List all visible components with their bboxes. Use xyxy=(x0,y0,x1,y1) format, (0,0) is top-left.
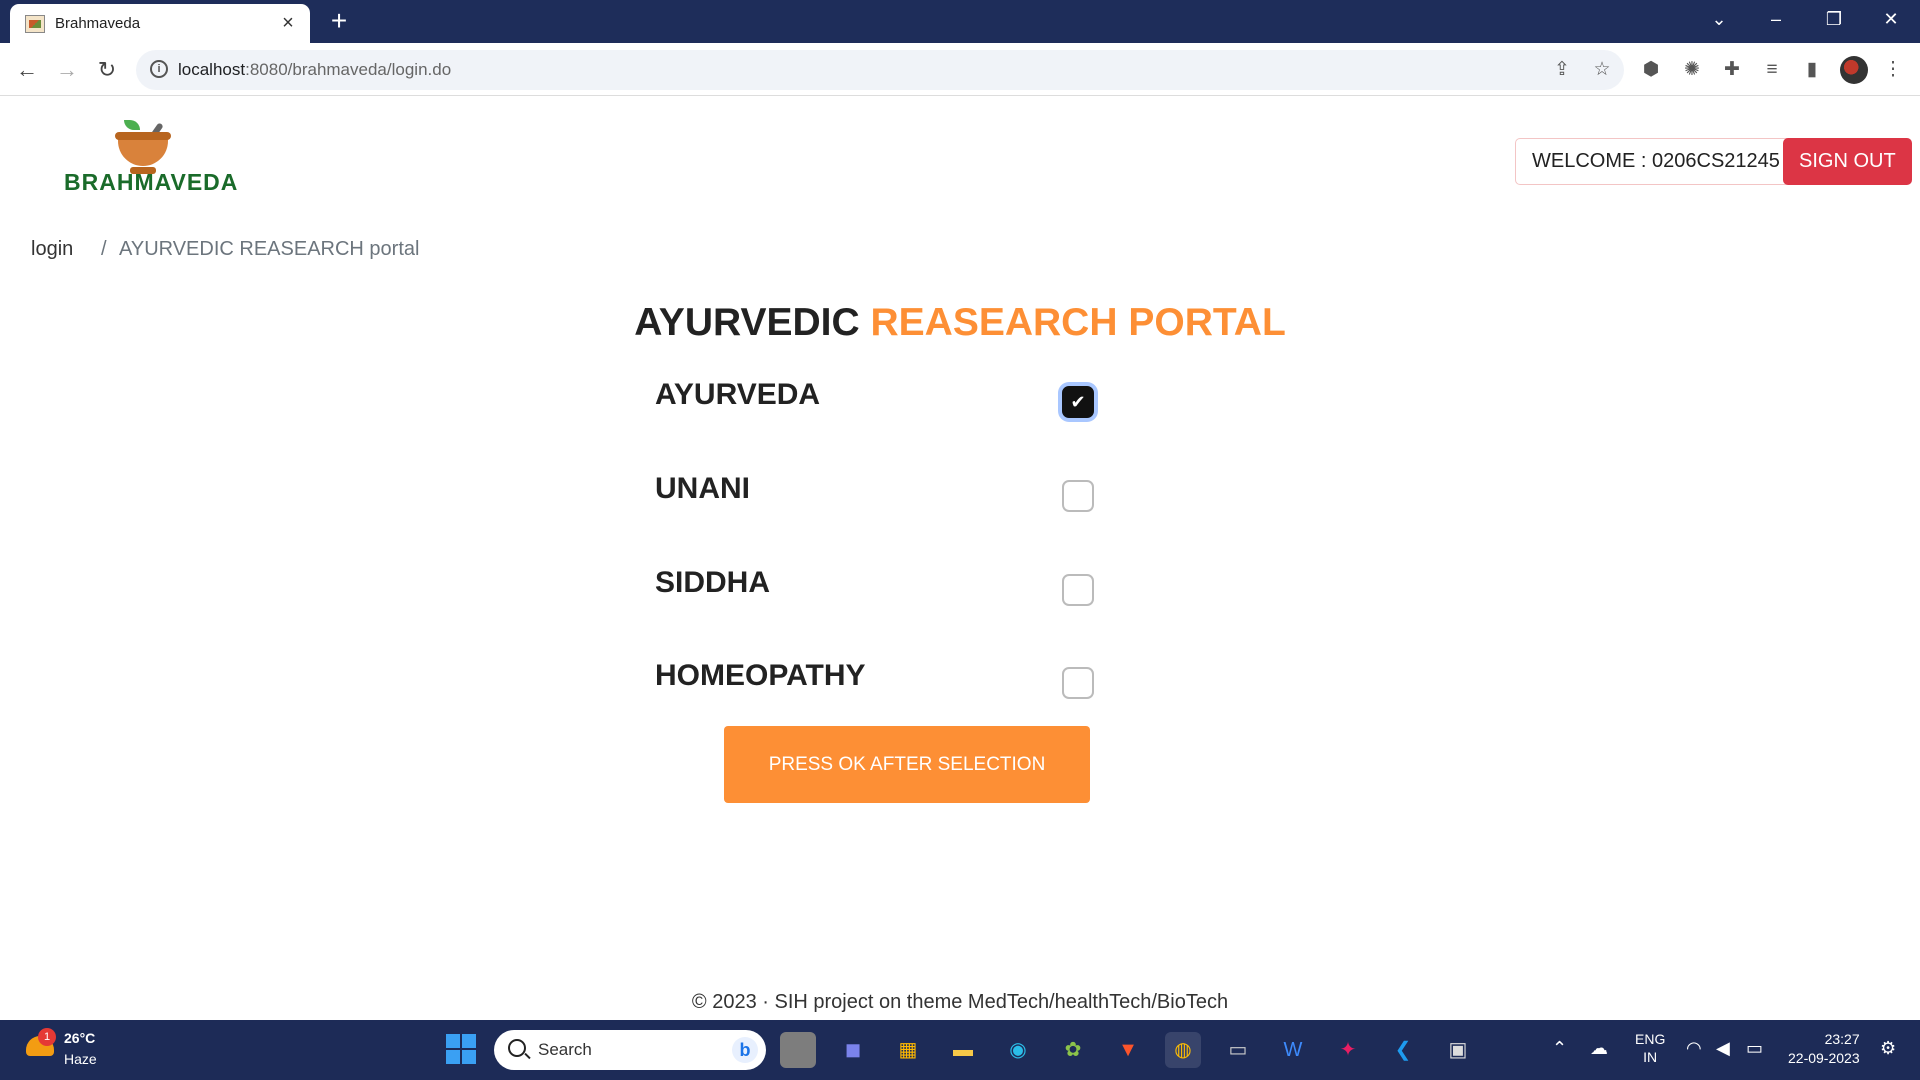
tab-title: Brahmaveda xyxy=(55,15,141,32)
close-tab-icon[interactable]: × xyxy=(276,11,300,35)
language-line2: IN xyxy=(1643,1049,1658,1065)
clock-time: 23:27 xyxy=(1824,1031,1860,1047)
vscode-icon[interactable]: ❮ xyxy=(1385,1032,1421,1068)
site-favicon-icon xyxy=(25,15,45,33)
logo-text[interactable]: BRAHMAVEDA xyxy=(64,169,238,196)
system-clock[interactable]: 23:27 22-09-2023 xyxy=(1788,1030,1860,1068)
restore-button[interactable]: ❐ xyxy=(1812,4,1856,34)
extension-icon[interactable]: ⬢ xyxy=(1638,57,1664,83)
forward-icon[interactable]: → xyxy=(51,54,83,86)
start-menu-icon[interactable] xyxy=(446,1034,476,1064)
breadcrumb-current: AYURVEDIC REASEARCH portal xyxy=(119,238,420,260)
checkmark-icon: ✔ xyxy=(1070,392,1086,412)
dev-tool-icon[interactable]: ✦ xyxy=(1330,1032,1366,1068)
sign-out-button[interactable]: SIGN OUT xyxy=(1783,138,1912,185)
wifi-icon[interactable]: ◠ xyxy=(1686,1038,1702,1059)
browser-titlebar: Brahmaveda × + ⌄ – ❐ ✕ xyxy=(0,0,1920,43)
extensions-puzzle-icon[interactable]: ✚ xyxy=(1719,57,1745,83)
language-line1: ENG xyxy=(1635,1031,1666,1047)
battery-icon[interactable]: ▭ xyxy=(1746,1038,1763,1059)
back-icon[interactable]: ← xyxy=(11,54,43,86)
mysql-app-icon[interactable]: ▭ xyxy=(1220,1032,1256,1068)
browser-tab[interactable]: Brahmaveda × xyxy=(10,4,310,43)
profile-avatar[interactable] xyxy=(1840,56,1868,84)
chrome-browser-icon[interactable]: ◍ xyxy=(1165,1032,1201,1068)
checkbox-homeopathy[interactable] xyxy=(1062,667,1094,699)
microsoft-store-icon[interactable]: ▦ xyxy=(890,1032,926,1068)
option-label-ayurveda: AYURVEDA xyxy=(655,378,821,411)
side-panel-icon[interactable]: ▮ xyxy=(1799,57,1825,83)
show-hidden-icons-icon[interactable]: ⌃ xyxy=(1552,1038,1567,1059)
breadcrumb-login-link[interactable]: login xyxy=(31,238,73,261)
bing-icon[interactable]: b xyxy=(732,1037,758,1063)
paint-app-icon[interactable]: ✿ xyxy=(1055,1032,1091,1068)
logo-mortar-icon xyxy=(115,132,171,166)
site-info-icon[interactable]: i xyxy=(150,60,168,78)
breadcrumb-separator: / xyxy=(101,238,107,260)
page-title-part1: AYURVEDIC xyxy=(634,301,860,344)
volume-icon[interactable]: ◀ xyxy=(1716,1038,1730,1059)
webstorm-app-icon[interactable]: W xyxy=(1275,1032,1311,1068)
brave-browser-icon[interactable]: ▼ xyxy=(1110,1032,1146,1068)
onedrive-icon[interactable]: ☁ xyxy=(1590,1038,1608,1059)
reading-list-icon[interactable]: ≡ xyxy=(1759,57,1785,83)
page-title: AYURVEDIC REASEARCH PORTAL xyxy=(0,301,1920,345)
browser-toolbar: ← → ↻ i localhost:8080/brahmaveda/login.… xyxy=(0,43,1920,96)
search-placeholder: Search xyxy=(538,1040,592,1059)
ok-submit-button[interactable]: PRESS OK AFTER SELECTION xyxy=(724,726,1090,803)
teams-meet-icon[interactable]: ◼ xyxy=(835,1032,871,1068)
page-content: BRAHMAVEDA WELCOME : 0206CS21245 SIGN OU… xyxy=(0,96,1920,1020)
bookmark-star-icon[interactable]: ☆ xyxy=(1590,58,1614,82)
option-label-homeopathy: HOMEOPATHY xyxy=(655,659,866,692)
option-label-siddha: SIDDHA xyxy=(655,566,771,599)
clock-date: 22-09-2023 xyxy=(1788,1050,1860,1066)
reload-icon[interactable]: ↻ xyxy=(91,54,123,86)
os-taskbar: 1 26°C Haze Search b ◼ ▦ ▬ ◉ ✿ ▼ ◍ ▭ W ✦… xyxy=(0,1020,1920,1080)
tab-search-icon[interactable]: ⌄ xyxy=(1697,4,1741,34)
file-explorer-icon[interactable]: ▬ xyxy=(945,1032,981,1068)
task-view-icon[interactable] xyxy=(780,1032,816,1068)
notification-badge: 1 xyxy=(38,1028,56,1046)
weather-temperature[interactable]: 26°C xyxy=(64,1030,95,1046)
search-icon xyxy=(508,1039,526,1057)
logo-leaf-icon xyxy=(124,120,140,130)
url-text[interactable]: localhost:8080/brahmaveda/login.do xyxy=(178,60,451,80)
checkbox-unani[interactable] xyxy=(1062,480,1094,512)
minimize-button[interactable]: – xyxy=(1754,4,1798,34)
checkbox-ayurveda[interactable]: ✔ xyxy=(1062,386,1094,418)
option-label-unani: UNANI xyxy=(655,472,750,505)
taskbar-search-box[interactable]: Search b xyxy=(494,1030,766,1070)
settings-extension-icon[interactable]: ✺ xyxy=(1679,57,1705,83)
share-icon[interactable]: ⇪ xyxy=(1550,58,1574,82)
terminal-icon[interactable]: ▣ xyxy=(1440,1032,1476,1068)
address-bar[interactable]: i localhost:8080/brahmaveda/login.do ⇪ ☆ xyxy=(136,50,1624,90)
checkbox-siddha[interactable] xyxy=(1062,574,1094,606)
welcome-badge: WELCOME : 0206CS21245 xyxy=(1515,138,1797,185)
page-title-part2: REASEARCH PORTAL xyxy=(870,301,1286,344)
notifications-icon[interactable]: ⚙ xyxy=(1880,1038,1896,1059)
edge-browser-icon[interactable]: ◉ xyxy=(1000,1032,1036,1068)
page-footer: © 2023 · SIH project on theme MedTech/he… xyxy=(691,991,1229,1013)
weather-description[interactable]: Haze xyxy=(64,1051,97,1067)
menu-kebab-icon[interactable]: ⋮ xyxy=(1880,57,1906,83)
language-indicator[interactable]: ENG IN xyxy=(1635,1030,1665,1066)
close-window-button[interactable]: ✕ xyxy=(1869,4,1913,34)
new-tab-button[interactable]: + xyxy=(324,6,354,36)
